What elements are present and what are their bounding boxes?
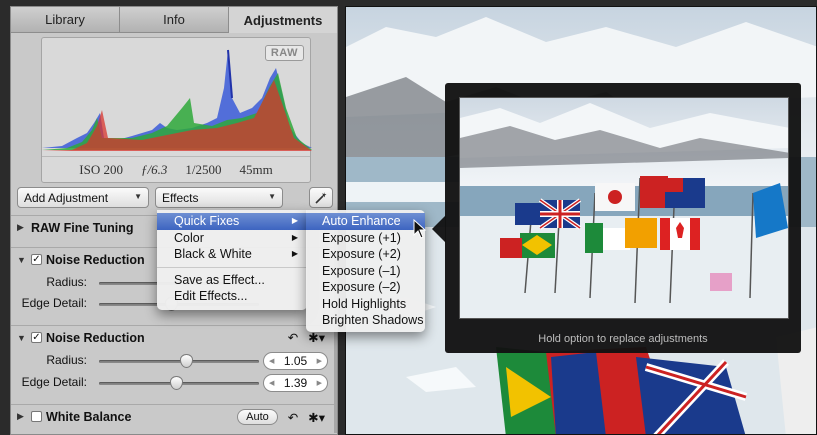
preview-caption: Hold option to replace adjustments [538, 333, 708, 345]
exif-info: ISO 200 ƒ/6.3 1/2500 45mm [42, 156, 310, 182]
focal-length-value: 45mm [239, 161, 273, 177]
disclosure-triangle-icon[interactable]: ▶ [17, 411, 27, 422]
radius-row-2: Radius: ◀ 1.05 ▶ [11, 350, 337, 372]
slider-knob[interactable] [180, 354, 193, 368]
quick-fixes-submenu: Auto Enhance Exposure (+1) Exposure (+2)… [306, 210, 425, 332]
radius-stepper[interactable]: ◀ 1.05 ▶ [263, 352, 328, 370]
edge-detail-stepper[interactable]: ◀ 1.39 ▶ [263, 374, 328, 392]
shutter-value: 1/2500 [185, 161, 222, 177]
edge-detail-slider[interactable] [99, 376, 259, 390]
menu-item-quick-fixes[interactable]: Quick Fixes ▶ [157, 213, 307, 230]
add-adjustment-popup[interactable]: Add Adjustment ▼ [17, 187, 149, 208]
menu-item-label: Black & White [174, 247, 252, 261]
menu-item-exposure-plus-2[interactable]: Exposure (+2) [306, 246, 425, 263]
mouse-cursor-icon [413, 219, 427, 239]
noise-reduction-checkbox[interactable]: ✓ [31, 332, 42, 343]
menu-item-brighten-shadows[interactable]: Brighten Shadows [306, 312, 425, 329]
menu-item-edit-effects[interactable]: Edit Effects... [157, 288, 307, 305]
radius-value[interactable]: 1.05 [284, 354, 307, 368]
effect-preview-popover: Hold option to replace adjustments [445, 83, 801, 353]
menu-item-color[interactable]: Color ▶ [157, 230, 307, 247]
edge-detail-value[interactable]: 1.39 [284, 376, 307, 390]
effect-preview-image [459, 97, 789, 319]
white-balance-header[interactable]: ▶ White Balance Auto ↶ ✱▾ [11, 404, 337, 428]
effects-menu: Quick Fixes ▶ Color ▶ Black & White ▶ Sa… [157, 210, 307, 310]
menu-item-exposure-minus-2[interactable]: Exposure (–2) [306, 279, 425, 296]
menu-item-exposure-plus-1[interactable]: Exposure (+1) [306, 230, 425, 247]
radius-label: Radius: [46, 275, 87, 289]
chevron-down-icon: ▼ [268, 192, 276, 201]
increment-icon[interactable]: ▶ [317, 379, 322, 387]
aperture-value: ƒ/6.3 [140, 161, 168, 177]
increment-icon[interactable]: ▶ [317, 357, 322, 365]
radius-slider[interactable] [99, 354, 259, 368]
tab-adjustments[interactable]: Adjustments [229, 7, 337, 33]
inspector-tabs: Library Info Adjustments [11, 7, 337, 33]
adjustments-toolbar: Add Adjustment ▼ Effects ▼ [17, 187, 333, 211]
menu-item-auto-enhance[interactable]: Auto Enhance [306, 213, 425, 230]
tab-info[interactable]: Info [120, 7, 229, 33]
section-actions: ↶ ✱▾ [288, 330, 325, 345]
reset-arrow-icon[interactable]: ↶ [288, 410, 298, 425]
menu-item-save-as-effect[interactable]: Save as Effect... [157, 272, 307, 289]
decrement-icon[interactable]: ◀ [269, 357, 274, 365]
auto-button[interactable]: Auto [237, 409, 278, 425]
submenu-arrow-icon: ▶ [291, 249, 298, 258]
menu-item-label: Color [174, 230, 204, 245]
edge-detail-label: Edge Detail: [21, 375, 87, 389]
section-title: RAW Fine Tuning [31, 220, 134, 235]
disclosure-triangle-icon[interactable]: ▶ [17, 222, 27, 233]
section-title: White Balance [46, 409, 132, 424]
effects-label: Effects [162, 191, 199, 205]
magic-wand-icon [315, 191, 327, 204]
menu-separator [157, 266, 307, 268]
submenu-arrow-icon: ▶ [291, 232, 298, 242]
iso-value: ISO 200 [79, 161, 123, 177]
add-adjustment-label: Add Adjustment [24, 191, 109, 205]
preview-photo [460, 103, 788, 318]
section-title: Noise Reduction [46, 330, 145, 345]
gear-icon[interactable]: ✱▾ [308, 410, 325, 425]
menu-item-hold-highlights[interactable]: Hold Highlights [306, 296, 425, 313]
histogram: RAW ISO 200 ƒ/6.3 1/2500 45mm [41, 37, 312, 183]
menu-item-label: Quick Fixes [174, 214, 240, 228]
preview-notch [432, 215, 446, 243]
edge-detail-row-2: Edge Detail: ◀ 1.39 ▶ [11, 372, 337, 394]
noise-reduction-header-2[interactable]: ▼ ✓ Noise Reduction ↶ ✱▾ [11, 325, 337, 349]
submenu-arrow-icon: ▶ [291, 216, 298, 225]
auto-enhance-wand-button[interactable] [309, 187, 333, 208]
disclosure-triangle-icon[interactable]: ▼ [17, 255, 27, 265]
raw-badge: RAW [264, 45, 304, 61]
reset-arrow-icon[interactable]: ↶ [288, 330, 298, 345]
decrement-icon[interactable]: ◀ [269, 379, 274, 387]
disclosure-triangle-icon[interactable]: ▼ [17, 333, 27, 343]
menu-item-exposure-minus-1[interactable]: Exposure (–1) [306, 263, 425, 280]
tab-library[interactable]: Library [11, 7, 120, 33]
noise-reduction-checkbox[interactable]: ✓ [31, 254, 42, 265]
effects-popup[interactable]: Effects ▼ [155, 187, 283, 208]
white-balance-checkbox[interactable] [31, 411, 42, 422]
gear-icon[interactable]: ✱▾ [308, 330, 325, 345]
slider-knob[interactable] [170, 376, 183, 390]
section-title: Noise Reduction [46, 252, 145, 267]
chevron-down-icon: ▼ [134, 192, 142, 201]
section-actions: Auto ↶ ✱▾ [237, 409, 325, 425]
menu-item-black-white[interactable]: Black & White ▶ [157, 246, 307, 263]
radius-label: Radius: [46, 353, 87, 367]
edge-detail-label: Edge Detail: [21, 296, 87, 310]
